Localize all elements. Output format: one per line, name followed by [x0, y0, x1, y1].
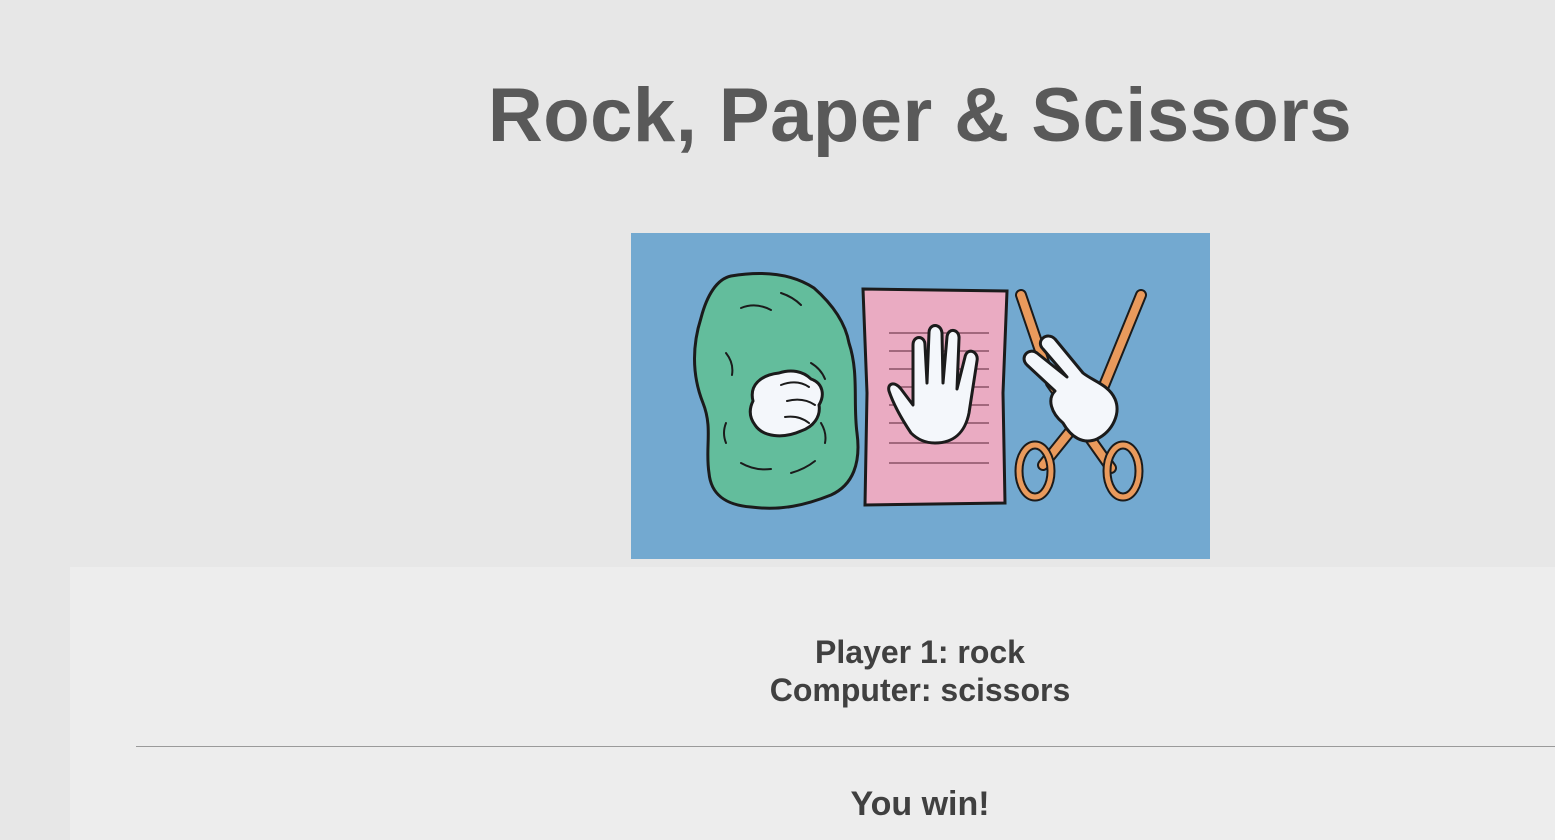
page-title: Rock, Paper & Scissors: [487, 73, 1353, 158]
page: Rock, Paper & Scissors Player 1: rock Co…: [0, 0, 1555, 840]
picks-summary: Player 1: rock Computer: scissors: [70, 633, 1555, 709]
paper-icon: [861, 287, 1009, 507]
divider: [136, 746, 1555, 747]
computer-pick: Computer: scissors: [769, 672, 1071, 708]
rock-icon: [693, 272, 860, 510]
result-text: You win!: [850, 785, 990, 823]
result-panel: Player 1: rock Computer: scissors You wi…: [70, 567, 1555, 840]
hero-image: [631, 233, 1210, 559]
player-pick: Player 1: rock: [815, 634, 1025, 670]
scissors-icon: [1014, 289, 1147, 502]
